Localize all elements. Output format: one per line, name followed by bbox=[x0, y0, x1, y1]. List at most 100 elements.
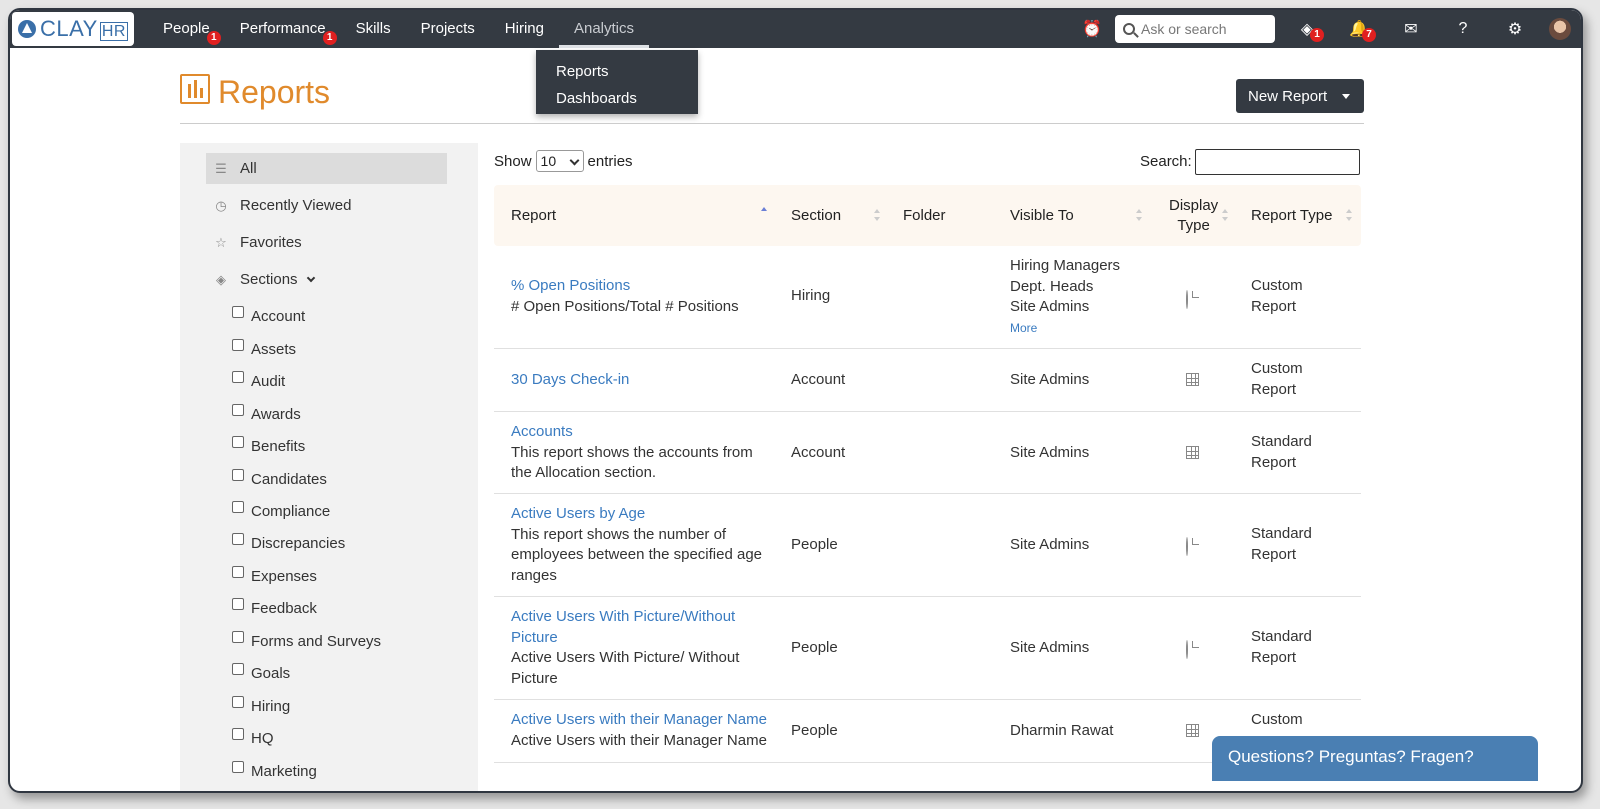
section-checkbox-benefits[interactable]: Benefits bbox=[232, 436, 305, 456]
table-row: Active Users With Picture/Without Picture… bbox=[494, 597, 1361, 700]
row-report-type: Standard Report bbox=[1251, 525, 1312, 563]
sort-asc-icon[interactable] bbox=[761, 207, 767, 219]
more-link[interactable]: More bbox=[1010, 318, 1120, 339]
row-section: Account bbox=[791, 444, 846, 461]
reports-chart-icon bbox=[180, 74, 210, 104]
row-section: People bbox=[791, 536, 838, 553]
sort-icon[interactable] bbox=[1346, 209, 1352, 221]
help-chat-widget[interactable]: Questions? Preguntas? Fragen? bbox=[1212, 736, 1538, 781]
section-checkbox-marketing[interactable]: Marketing bbox=[232, 761, 317, 781]
row-report-type: Custom bbox=[1251, 711, 1303, 728]
table-search-label: Search: bbox=[1140, 153, 1192, 170]
report-description: employees between the specified age bbox=[511, 546, 763, 563]
table-row: Active Users by Age This report shows the… bbox=[494, 494, 1361, 597]
nav-projects[interactable]: Projects bbox=[406, 10, 490, 48]
row-section: People bbox=[791, 722, 838, 739]
row-visible-to: Dharmin Rawat bbox=[1010, 722, 1114, 739]
col-folder: Folder bbox=[903, 207, 946, 224]
report-link[interactable]: Accounts bbox=[511, 422, 753, 443]
section-checkbox-goals[interactable]: Goals bbox=[232, 663, 290, 683]
table-row: Accounts This report shows the accounts f… bbox=[494, 412, 1361, 494]
report-link[interactable]: Active Users With Picture/Without Picture bbox=[511, 607, 739, 648]
section-checkbox-compliance[interactable]: Compliance bbox=[232, 501, 330, 521]
nav-hiring[interactable]: Hiring bbox=[490, 10, 559, 48]
alarm-clock-icon[interactable]: ⏰ bbox=[1075, 10, 1109, 48]
nav-analytics[interactable]: Analytics bbox=[558, 10, 650, 48]
section-checkbox-discrepancies[interactable]: Discrepancies bbox=[232, 533, 345, 553]
row-report-type: Standard Report bbox=[1251, 628, 1312, 666]
row-visible-to: Site Admins bbox=[1010, 371, 1090, 388]
bell-icon[interactable]: 🔔 7 bbox=[1342, 10, 1376, 48]
row-section: Hiring bbox=[791, 287, 831, 304]
layers-icon: ◈ bbox=[216, 271, 226, 287]
search-icon bbox=[1123, 23, 1135, 35]
sidebar-item-favorites[interactable]: ☆ Favorites bbox=[206, 227, 447, 258]
sort-icon[interactable] bbox=[1136, 209, 1142, 221]
col-report-type[interactable]: Report Type bbox=[1251, 185, 1332, 246]
col-section[interactable]: Section bbox=[791, 185, 841, 246]
section-checkbox-hq[interactable]: HQ bbox=[232, 728, 274, 748]
table-row: 30 Days Check-in Account Site Admins Cus… bbox=[494, 349, 1361, 412]
report-link[interactable]: 30 Days Check-in bbox=[511, 370, 629, 391]
report-link[interactable]: Active Users with their Manager Name bbox=[511, 710, 767, 731]
mail-icon[interactable]: ✉ bbox=[1394, 10, 1428, 48]
clayhr-logo[interactable]: CLAY HR bbox=[12, 12, 134, 46]
star-icon: ☆ bbox=[215, 234, 227, 250]
nav-people[interactable]: People 1 bbox=[148, 10, 225, 48]
sidebar-item-recently-viewed[interactable]: ◷ Recently Viewed bbox=[206, 190, 447, 221]
pie-chart-icon bbox=[1186, 537, 1188, 556]
nav-actions: ⏰ Ask or search ◈ 1 🔔 7 ✉ ? ⚙ bbox=[1066, 10, 1581, 48]
report-description: # Open Positions/Total # Positions bbox=[511, 297, 739, 315]
report-link[interactable]: % Open Positions bbox=[511, 276, 739, 297]
row-report-type: Standard Report bbox=[1251, 433, 1312, 471]
report-description: Picture bbox=[511, 669, 558, 687]
section-checkbox-assets[interactable]: Assets bbox=[232, 339, 296, 359]
report-description: This report shows the accounts from bbox=[511, 443, 753, 461]
col-report[interactable]: Report bbox=[511, 185, 556, 246]
clock-icon: ◷ bbox=[215, 197, 227, 213]
layers-icon[interactable]: ◈ 1 bbox=[1290, 10, 1324, 48]
row-visible-to: Site Admins bbox=[1010, 639, 1090, 656]
row-report-type: Custom Report bbox=[1251, 360, 1303, 398]
layers-badge: 1 bbox=[1310, 28, 1324, 42]
section-checkbox-audit[interactable]: Audit bbox=[232, 371, 285, 391]
section-checkbox-candidates[interactable]: Candidates bbox=[232, 469, 327, 489]
entries-control: Show 10 entries bbox=[494, 150, 633, 172]
performance-badge: 1 bbox=[322, 31, 337, 45]
section-checkbox-account[interactable]: Account bbox=[232, 306, 305, 326]
col-display-type[interactable]: Display Type bbox=[1169, 185, 1218, 246]
sort-icon[interactable] bbox=[874, 209, 880, 221]
row-visible-to: Site Admins bbox=[1010, 536, 1090, 553]
user-avatar[interactable] bbox=[1549, 18, 1571, 40]
top-navbar: CLAY HR People 1 Performance 1 Skills Proje… bbox=[10, 10, 1581, 48]
table-header: Report Section Folder Visible To Display… bbox=[494, 185, 1361, 246]
pie-chart-icon bbox=[1186, 640, 1188, 659]
sidebar-item-sections[interactable]: ◈ Sections bbox=[206, 264, 447, 295]
gear-icon[interactable]: ⚙ bbox=[1498, 10, 1532, 48]
nav-skills[interactable]: Skills bbox=[341, 10, 406, 48]
report-description: Active Users with their Manager Name bbox=[511, 731, 767, 749]
list-icon: ☰ bbox=[215, 160, 227, 176]
section-checkbox-awards[interactable]: Awards bbox=[232, 404, 301, 424]
section-checkbox-feedback[interactable]: Feedback bbox=[232, 598, 317, 618]
table-grid-icon bbox=[1186, 373, 1199, 386]
section-checkbox-expenses[interactable]: Expenses bbox=[232, 566, 317, 586]
table-grid-icon bbox=[1186, 724, 1199, 737]
caret-down-icon[interactable] bbox=[1342, 93, 1350, 99]
row-visible-to: Hiring Managers Dept. Heads Site Admins Mor… bbox=[1010, 256, 1120, 338]
section-checkbox-hiring[interactable]: Hiring bbox=[232, 696, 290, 716]
section-checkbox-forms-and-surveys[interactable]: Forms and Surveys bbox=[232, 631, 381, 651]
sort-icon[interactable] bbox=[1222, 209, 1228, 221]
row-report-type: Custom Report bbox=[1251, 277, 1303, 315]
global-search-input[interactable]: Ask or search bbox=[1115, 15, 1275, 43]
nav-performance[interactable]: Performance 1 bbox=[225, 10, 341, 48]
help-icon[interactable]: ? bbox=[1446, 10, 1480, 48]
sidebar-item-all[interactable]: ☰ All bbox=[206, 153, 447, 184]
entries-select[interactable]: 10 bbox=[535, 150, 584, 172]
row-section: Account bbox=[791, 371, 846, 388]
new-report-button[interactable]: New Report bbox=[1236, 79, 1364, 113]
col-visible-to[interactable]: Visible To bbox=[1010, 185, 1074, 246]
pie-chart-icon bbox=[1186, 290, 1188, 309]
report-link[interactable]: Active Users by Age bbox=[511, 504, 762, 525]
table-search-input[interactable] bbox=[1195, 149, 1360, 175]
